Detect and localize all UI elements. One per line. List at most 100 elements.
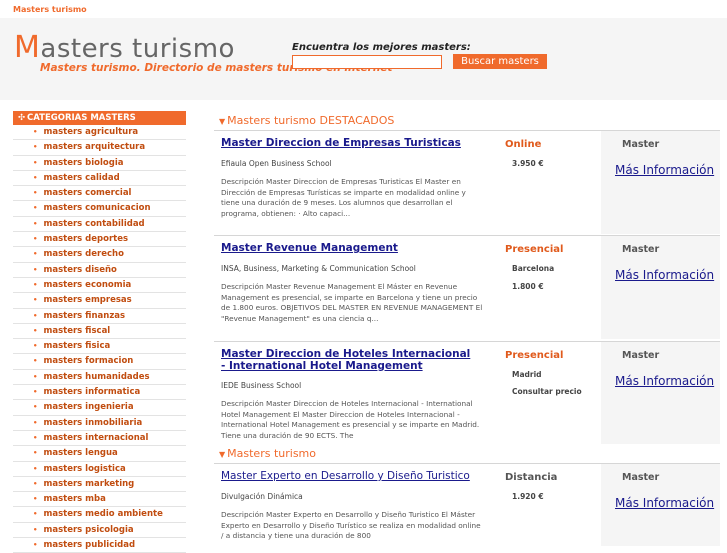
sidebar-category-label: masters diseño bbox=[43, 264, 117, 275]
sidebar-category-label: masters marketing bbox=[43, 478, 135, 489]
search-input[interactable] bbox=[292, 55, 442, 69]
listing-school: IEDE Business School bbox=[221, 381, 302, 390]
bullet-icon: • bbox=[33, 219, 38, 228]
listing-price: Consultar precio bbox=[512, 387, 582, 396]
sidebar-category-label: masters arquitectura bbox=[43, 142, 146, 153]
sidebar-category-label: masters calidad bbox=[43, 172, 120, 183]
sidebar-category-item[interactable]: • masters fiscal bbox=[13, 324, 186, 340]
sidebar-category-item[interactable]: • masters mba bbox=[13, 492, 186, 508]
more-info-link[interactable]: Más Información bbox=[615, 496, 714, 510]
sidebar-category-item[interactable]: • masters formacion bbox=[13, 354, 186, 370]
sidebar-category-item[interactable]: • masters informatica bbox=[13, 385, 186, 401]
sidebar-category-item[interactable]: • masters agricultura bbox=[13, 125, 186, 141]
listing-school: INSA, Business, Marketing & Communicatio… bbox=[221, 264, 416, 273]
sidebar-category-item[interactable]: • masters internacional bbox=[13, 431, 186, 447]
listing-sidebox: Master Más Información bbox=[601, 464, 720, 546]
sidebar-category-item[interactable]: • masters psicologia bbox=[13, 523, 186, 539]
search-button[interactable]: Buscar masters bbox=[453, 54, 547, 69]
bullet-icon: • bbox=[33, 204, 38, 213]
sidebar-category-item[interactable]: • masters fisica bbox=[13, 339, 186, 355]
sidebar-category-label: masters mba bbox=[43, 494, 106, 505]
listing-title-link[interactable]: Master Experto en Desarrollo y Diseño Tu… bbox=[221, 470, 471, 482]
sidebar-category-item[interactable]: • masters contabilidad bbox=[13, 217, 186, 233]
sidebar-category-label: masters humanidades bbox=[43, 371, 150, 382]
sidebar-category-label: masters economia bbox=[43, 279, 132, 290]
sidebar-category-item[interactable]: • masters humanidades bbox=[13, 370, 186, 386]
sidebar-category-label: masters ingenieria bbox=[43, 402, 134, 413]
sidebar-category-item[interactable]: • masters calidad bbox=[13, 171, 186, 187]
bullet-icon: • bbox=[33, 372, 38, 381]
listing-type: Master bbox=[622, 350, 660, 361]
sidebar-category-item[interactable]: • masters comunicacion bbox=[13, 201, 186, 217]
sidebar-header: ✣ CATEGORIAS MASTERS bbox=[13, 111, 186, 125]
bullet-icon: • bbox=[33, 189, 38, 198]
logo-text: asters turismo bbox=[40, 34, 235, 64]
listing-city: Madrid bbox=[512, 370, 542, 379]
sidebar-category-item[interactable]: • masters logistica bbox=[13, 462, 186, 477]
listing-card: Master Direccion de Empresas Turisticas … bbox=[214, 130, 720, 234]
bullet-icon: • bbox=[33, 235, 38, 244]
bullet-icon: • bbox=[33, 128, 38, 136]
more-info-link[interactable]: Más Información bbox=[615, 268, 714, 282]
featured-section-title: ▼ Masters turismo DESTACADOS bbox=[219, 114, 394, 127]
sidebar-category-label: masters derecho bbox=[43, 249, 124, 260]
regular-title-text: Masters turismo bbox=[227, 447, 316, 460]
sidebar-category-item[interactable]: • masters arquitectura bbox=[13, 140, 186, 156]
site-name-link[interactable]: Masters turismo bbox=[13, 5, 87, 14]
sidebar-category-label: masters agricultura bbox=[43, 127, 139, 137]
featured-title-text: Masters turismo DESTACADOS bbox=[227, 114, 395, 127]
bullet-icon: • bbox=[33, 280, 38, 289]
listing-sidebox: Master Más Información bbox=[601, 342, 720, 444]
sidebar-category-label: masters fisica bbox=[43, 341, 111, 352]
listing-price: 1.920 € bbox=[512, 492, 544, 501]
sidebar-category-item[interactable]: • masters deportes bbox=[13, 232, 186, 248]
listing-school: Divulgación Dinámica bbox=[221, 492, 303, 501]
listing-city: Barcelona bbox=[512, 264, 555, 273]
sidebar-category-label: masters finanzas bbox=[43, 310, 126, 321]
sidebar-category-item[interactable]: • masters comercial bbox=[13, 186, 186, 202]
listing-price: 3.950 € bbox=[512, 159, 544, 168]
sidebar-category-label: masters empresas bbox=[43, 295, 132, 306]
bullet-icon: • bbox=[33, 525, 38, 534]
sidebar-category-item[interactable]: • masters finanzas bbox=[13, 309, 186, 324]
sidebar-category-item[interactable]: • masters inmobiliaria bbox=[13, 416, 186, 431]
sidebar-category-label: masters biologia bbox=[43, 157, 124, 168]
bullet-icon: • bbox=[33, 433, 38, 442]
listing-sidebox: Master Más Información bbox=[601, 236, 720, 339]
listing-title-link[interactable]: Master Direccion de Hoteles Internaciona… bbox=[221, 348, 471, 372]
sidebar-category-label: masters lengua bbox=[43, 448, 118, 459]
sidebar-category-item[interactable]: • masters biologia bbox=[13, 156, 186, 171]
bullet-icon: • bbox=[33, 311, 38, 320]
listing-card: Master Revenue Management INSA, Business… bbox=[214, 235, 720, 339]
category-sidebar: ✣ CATEGORIAS MASTERS • masters agricultura… bbox=[13, 111, 186, 553]
sidebar-category-item[interactable]: • masters lengua bbox=[13, 446, 186, 462]
sidebar-category-item[interactable]: • masters publicidad bbox=[13, 538, 186, 553]
bullet-icon: • bbox=[33, 326, 38, 335]
listing-description: Descripción Master Experto en Desarrollo… bbox=[221, 510, 481, 540]
triangle-down-icon: ▼ bbox=[219, 450, 226, 459]
bullet-icon: • bbox=[33, 510, 38, 519]
listing-type: Master bbox=[622, 244, 660, 255]
more-info-link[interactable]: Más Información bbox=[615, 374, 714, 388]
sidebar-category-label: masters comunicacion bbox=[43, 203, 151, 214]
sidebar-title: CATEGORIAS MASTERS bbox=[27, 113, 136, 123]
bullet-icon: • bbox=[33, 418, 38, 427]
listing-sidebox: Master Más Información bbox=[601, 131, 720, 234]
sidebar-category-label: masters comercial bbox=[43, 188, 132, 199]
site-logo[interactable]: Masters turismo bbox=[14, 30, 235, 65]
sidebar-category-item[interactable]: • masters derecho bbox=[13, 247, 186, 263]
sidebar-category-label: masters internacional bbox=[43, 432, 149, 443]
listing-description: Descripción Master Direccion de Empresas… bbox=[221, 177, 466, 218]
sidebar-category-item[interactable]: • masters marketing bbox=[13, 477, 186, 493]
sidebar-category-item[interactable]: • masters diseño bbox=[13, 263, 186, 278]
listing-title-link[interactable]: Master Revenue Management bbox=[221, 242, 471, 254]
listing-price: 1.800 € bbox=[512, 282, 544, 291]
sidebar-category-item[interactable]: • masters ingenieria bbox=[13, 400, 186, 416]
bullet-icon: • bbox=[33, 403, 38, 412]
sidebar-category-item[interactable]: • masters empresas bbox=[13, 293, 186, 309]
sidebar-category-item[interactable]: • masters economia bbox=[13, 278, 186, 294]
more-info-link[interactable]: Más Información bbox=[615, 163, 714, 177]
listing-title-link[interactable]: Master Direccion de Empresas Turisticas bbox=[221, 137, 471, 149]
bullet-icon: • bbox=[33, 173, 38, 182]
sidebar-category-item[interactable]: • masters medio ambiente bbox=[13, 507, 186, 523]
